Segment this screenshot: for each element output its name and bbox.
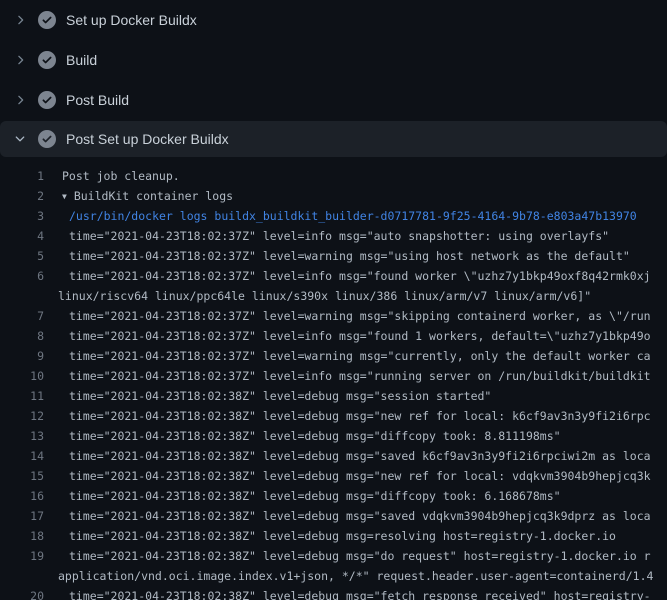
step-label: Post Set up Docker Buildx — [66, 131, 229, 147]
check-circle-icon — [38, 11, 56, 29]
log-line: 2 ▼ BuildKit container logs — [0, 186, 667, 206]
chevron-right-icon — [12, 12, 28, 28]
log-line-text: application/vnd.oci.image.index.v1+json,… — [58, 566, 653, 586]
log-line-text: time="2021-04-23T18:02:38Z" level=debug … — [69, 386, 491, 406]
log-line: 10 time="2021-04-23T18:02:37Z" level=inf… — [0, 366, 667, 386]
log-line-text: time="2021-04-23T18:02:38Z" level=debug … — [69, 546, 651, 566]
check-circle-icon — [38, 91, 56, 109]
line-number[interactable]: 2 — [0, 186, 44, 206]
log-line: 17 time="2021-04-23T18:02:38Z" level=deb… — [0, 506, 667, 526]
log-line-text: time="2021-04-23T18:02:38Z" level=debug … — [69, 426, 561, 446]
line-number[interactable]: 13 — [0, 426, 44, 446]
log-line: 20 time="2021-04-23T18:02:38Z" level=deb… — [0, 586, 667, 600]
log-line-text: time="2021-04-23T18:02:38Z" level=debug … — [69, 446, 651, 466]
line-number[interactable]: 8 — [0, 326, 44, 346]
log-line: linux/riscv64 linux/ppc64le linux/s390x … — [0, 286, 667, 306]
line-number[interactable] — [0, 566, 44, 586]
log-line-text: time="2021-04-23T18:02:38Z" level=debug … — [69, 466, 651, 486]
log-line-text: Post job cleanup. — [62, 166, 180, 186]
log-line: 1 Post job cleanup. — [0, 166, 667, 186]
step-row-post-build[interactable]: Post Build — [0, 80, 667, 120]
line-number[interactable]: 12 — [0, 406, 44, 426]
step-label: Build — [66, 52, 97, 68]
step-label: Set up Docker Buildx — [66, 12, 197, 28]
log-line-text: time="2021-04-23T18:02:37Z" level=info m… — [69, 326, 651, 346]
line-number[interactable]: 10 — [0, 366, 44, 386]
line-number[interactable]: 9 — [0, 346, 44, 366]
log-line: 16 time="2021-04-23T18:02:38Z" level=deb… — [0, 486, 667, 506]
log-line: 7 time="2021-04-23T18:02:37Z" level=warn… — [0, 306, 667, 326]
log-line: 3 /usr/bin/docker logs buildx_buildkit_b… — [0, 206, 667, 226]
line-number[interactable] — [0, 286, 44, 306]
chevron-down-icon — [12, 131, 28, 147]
line-number[interactable]: 7 — [0, 306, 44, 326]
step-label: Post Build — [66, 92, 129, 108]
step-row-set-up-docker-buildx[interactable]: Set up Docker Buildx — [0, 0, 667, 40]
command-line-text: /usr/bin/docker logs buildx_buildkit_bui… — [69, 206, 637, 226]
log-line: 12 time="2021-04-23T18:02:38Z" level=deb… — [0, 406, 667, 426]
log-line: application/vnd.oci.image.index.v1+json,… — [0, 566, 667, 586]
log-line-text: time="2021-04-23T18:02:37Z" level=warnin… — [69, 306, 651, 326]
chevron-right-icon — [12, 52, 28, 68]
triangle-down-icon[interactable]: ▼ — [62, 192, 67, 201]
log-line: 19 time="2021-04-23T18:02:38Z" level=deb… — [0, 546, 667, 566]
line-number[interactable]: 15 — [0, 466, 44, 486]
log-line: 18 time="2021-04-23T18:02:38Z" level=deb… — [0, 526, 667, 546]
line-number[interactable]: 1 — [0, 166, 44, 186]
log-line-text: time="2021-04-23T18:02:38Z" level=debug … — [69, 506, 651, 526]
line-number[interactable]: 20 — [0, 586, 44, 600]
log-line: 4 time="2021-04-23T18:02:37Z" level=info… — [0, 226, 667, 246]
group-label[interactable]: BuildKit container logs — [74, 189, 233, 203]
log-line-text: linux/riscv64 linux/ppc64le linux/s390x … — [58, 286, 591, 306]
log-line: 13 time="2021-04-23T18:02:38Z" level=deb… — [0, 426, 667, 446]
log-line-text: time="2021-04-23T18:02:37Z" level=info m… — [69, 226, 609, 246]
log-line-text: time="2021-04-23T18:02:38Z" level=debug … — [69, 586, 651, 600]
line-number[interactable]: 14 — [0, 446, 44, 466]
step-row-build[interactable]: Build — [0, 40, 667, 80]
line-number[interactable]: 4 — [0, 226, 44, 246]
log-line-text: time="2021-04-23T18:02:37Z" level=info m… — [69, 266, 651, 286]
log-line: 11 time="2021-04-23T18:02:38Z" level=deb… — [0, 386, 667, 406]
log-line: 9 time="2021-04-23T18:02:37Z" level=warn… — [0, 346, 667, 366]
line-number[interactable]: 6 — [0, 266, 44, 286]
log-line-text: time="2021-04-23T18:02:37Z" level=warnin… — [69, 346, 651, 366]
log-area: 1 Post job cleanup. 2 ▼ BuildKit containe… — [0, 157, 667, 600]
line-number[interactable]: 3 — [0, 206, 44, 226]
step-row-post-set-up-docker-buildx[interactable]: Post Set up Docker Buildx — [0, 121, 667, 157]
steps-list: Set up Docker Buildx Build Post Build Po… — [0, 0, 667, 157]
check-circle-icon — [38, 51, 56, 69]
log-line-text: time="2021-04-23T18:02:38Z" level=debug … — [69, 486, 561, 506]
log-line: 6 time="2021-04-23T18:02:37Z" level=info… — [0, 266, 667, 286]
log-line-text: time="2021-04-23T18:02:38Z" level=debug … — [69, 406, 651, 426]
log-line-text: time="2021-04-23T18:02:37Z" level=warnin… — [69, 246, 630, 266]
log-line: 14 time="2021-04-23T18:02:38Z" level=deb… — [0, 446, 667, 466]
log-line: 5 time="2021-04-23T18:02:37Z" level=warn… — [0, 246, 667, 266]
log-line-text: time="2021-04-23T18:02:38Z" level=debug … — [69, 526, 616, 546]
line-number[interactable]: 11 — [0, 386, 44, 406]
line-number[interactable]: 16 — [0, 486, 44, 506]
chevron-right-icon — [12, 92, 28, 108]
line-number[interactable]: 5 — [0, 246, 44, 266]
log-line-text: time="2021-04-23T18:02:37Z" level=info m… — [69, 366, 651, 386]
log-line: 15 time="2021-04-23T18:02:38Z" level=deb… — [0, 466, 667, 486]
log-group-toggle[interactable]: ▼ BuildKit container logs — [62, 186, 233, 206]
log-line: 8 time="2021-04-23T18:02:37Z" level=info… — [0, 326, 667, 346]
line-number[interactable]: 17 — [0, 506, 44, 526]
actions-log-viewer: Set up Docker Buildx Build Post Build Po… — [0, 0, 667, 600]
line-number[interactable]: 18 — [0, 526, 44, 546]
line-number[interactable]: 19 — [0, 546, 44, 566]
check-circle-icon — [38, 130, 56, 148]
